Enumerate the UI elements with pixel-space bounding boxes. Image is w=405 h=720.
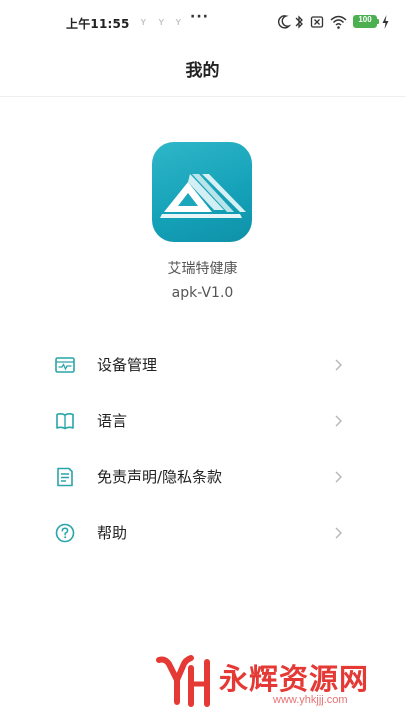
chevron-right-icon <box>335 471 342 483</box>
help-icon <box>55 523 75 543</box>
menu-label: 语言 <box>97 412 128 430</box>
charging-icon <box>382 15 389 29</box>
menu-label: 帮助 <box>97 524 128 542</box>
watermark-logo-icon <box>156 655 210 707</box>
app-logo-mark <box>160 174 246 218</box>
device-icon <box>55 357 75 373</box>
notification-icon: ʏ <box>140 15 147 28</box>
page-title: 我的 <box>185 61 220 81</box>
chevron-right-icon <box>335 359 342 371</box>
notification-icon: ʏ <box>175 15 182 28</box>
more-dots-icon: ··· <box>190 9 209 25</box>
watermark: 永辉资源网 www.yhkjjj.com <box>155 654 395 714</box>
chevron-right-icon <box>335 415 342 427</box>
battery-icon: 100 <box>353 15 377 28</box>
watermark-url: www.yhkjjj.com <box>273 694 348 706</box>
wifi-icon <box>330 15 347 29</box>
menu-item-device-management[interactable]: 设备管理 <box>0 337 405 393</box>
battery-tip <box>377 19 379 24</box>
watermark-title: 永辉资源网 <box>219 662 370 696</box>
menu-label: 设备管理 <box>97 356 158 374</box>
moon-icon <box>278 15 291 29</box>
bluetooth-icon <box>295 15 303 29</box>
menu-item-disclaimer-privacy[interactable]: 免责声明/隐私条款 <box>0 449 405 505</box>
menu-item-language[interactable]: 语言 <box>0 393 405 449</box>
header: 我的 <box>0 46 405 97</box>
menu-label: 免责声明/隐私条款 <box>97 468 223 486</box>
document-icon <box>57 467 73 487</box>
book-icon <box>56 413 74 430</box>
menu-item-help[interactable]: 帮助 <box>0 505 405 561</box>
chevron-right-icon <box>335 527 342 539</box>
status-bar: 上午11:55 ʏ ʏ ʏ ··· 100 <box>0 0 405 46</box>
app-version: apk-V1.0 <box>171 285 234 301</box>
app-logo <box>152 142 252 242</box>
sim-off-icon <box>310 16 324 28</box>
battery-level: 100 <box>358 15 372 24</box>
app-name: 艾瑞特健康 <box>167 261 238 277</box>
status-time: 上午11:55 <box>66 17 130 31</box>
notification-icon: ʏ <box>158 15 165 28</box>
